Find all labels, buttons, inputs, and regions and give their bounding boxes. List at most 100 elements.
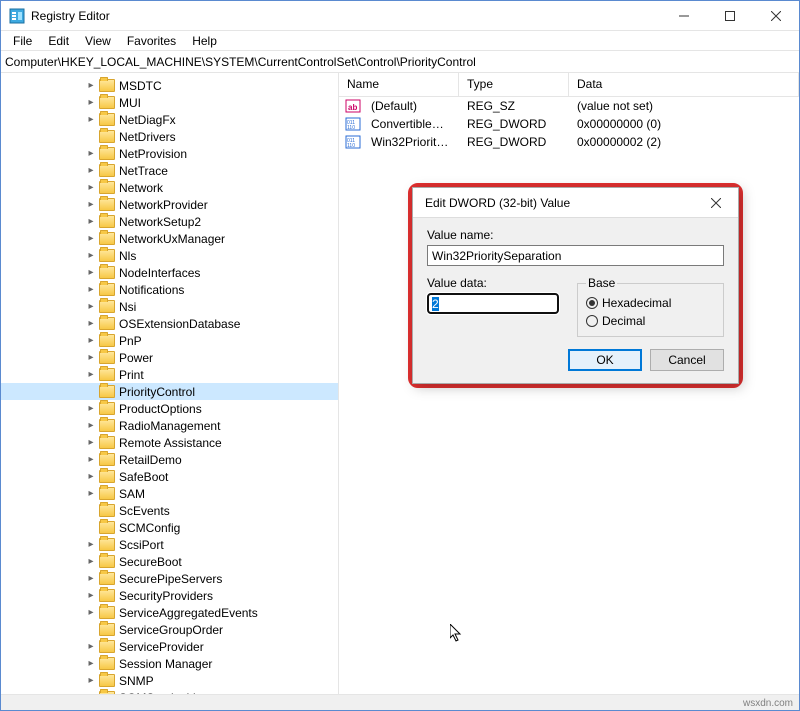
tree-item-sam[interactable]: ▸SAM xyxy=(1,485,338,502)
chevron-right-icon[interactable]: ▸ xyxy=(85,80,97,91)
tree-item-netdrivers[interactable]: NetDrivers xyxy=(1,128,338,145)
tree-item-nodeinterfaces[interactable]: ▸NodeInterfaces xyxy=(1,264,338,281)
list-row[interactable]: ab(Default)REG_SZ(value not set) xyxy=(339,97,799,115)
list-header[interactable]: Name Type Data xyxy=(339,73,799,97)
tree-item-network[interactable]: ▸Network xyxy=(1,179,338,196)
tree-item-networksetup2[interactable]: ▸NetworkSetup2 xyxy=(1,213,338,230)
tree-item-remote-assistance[interactable]: ▸Remote Assistance xyxy=(1,434,338,451)
tree-item-nsi[interactable]: ▸Nsi xyxy=(1,298,338,315)
chevron-right-icon[interactable]: ▸ xyxy=(85,420,97,431)
tree-item-nettrace[interactable]: ▸NetTrace xyxy=(1,162,338,179)
value-name-input[interactable] xyxy=(427,245,724,266)
chevron-right-icon[interactable]: ▸ xyxy=(85,471,97,482)
tree-item-productoptions[interactable]: ▸ProductOptions xyxy=(1,400,338,417)
chevron-right-icon[interactable]: ▸ xyxy=(85,488,97,499)
dialog-titlebar[interactable]: Edit DWORD (32-bit) Value xyxy=(413,188,738,218)
tree-item-osextensiondatabase[interactable]: ▸OSExtensionDatabase xyxy=(1,315,338,332)
tree-item-secureboot[interactable]: ▸SecureBoot xyxy=(1,553,338,570)
chevron-right-icon[interactable]: ▸ xyxy=(85,658,97,669)
ok-button[interactable]: OK xyxy=(568,349,642,371)
tree-item-scmconfig[interactable]: SCMConfig xyxy=(1,519,338,536)
chevron-right-icon[interactable]: ▸ xyxy=(85,318,97,329)
tree-item-networkprovider[interactable]: ▸NetworkProvider xyxy=(1,196,338,213)
radio-decimal[interactable]: Decimal xyxy=(586,312,715,330)
tree-item-pnp[interactable]: ▸PnP xyxy=(1,332,338,349)
menu-view[interactable]: View xyxy=(77,32,119,50)
chevron-right-icon[interactable]: ▸ xyxy=(85,590,97,601)
col-name[interactable]: Name xyxy=(339,73,459,96)
chevron-right-icon[interactable]: ▸ xyxy=(85,97,97,108)
tree-item-sqmservicelist[interactable]: ▸ SQMServiceList xyxy=(1,689,338,694)
tree-item-safeboot[interactable]: ▸SafeBoot xyxy=(1,468,338,485)
chevron-right-icon[interactable]: ▸ xyxy=(85,250,97,261)
cancel-button[interactable]: Cancel xyxy=(650,349,724,371)
chevron-right-icon[interactable]: ▸ xyxy=(85,233,97,244)
tree-item-mui[interactable]: ▸MUI xyxy=(1,94,338,111)
chevron-right-icon[interactable]: ▸ xyxy=(85,335,97,346)
tree-item-print[interactable]: ▸ Print xyxy=(1,366,338,383)
tree-item-networkuxmanager[interactable]: ▸ NetworkUxManager xyxy=(1,230,338,247)
tree-item-securepipeservers[interactable]: ▸SecurePipeServers xyxy=(1,570,338,587)
chevron-right-icon[interactable]: ▸ xyxy=(85,301,97,312)
tree-item-servicegrouporder[interactable]: ServiceGroupOrder xyxy=(1,621,338,638)
tree-item-nls[interactable]: ▸Nls xyxy=(1,247,338,264)
chevron-right-icon[interactable]: ▸ xyxy=(85,454,97,465)
tree-item-prioritycontrol[interactable]: PriorityControl xyxy=(1,383,338,400)
chevron-right-icon[interactable]: ▸ xyxy=(85,165,97,176)
chevron-right-icon[interactable]: ▸ xyxy=(85,403,97,414)
chevron-right-icon[interactable]: ▸ xyxy=(85,607,97,618)
tree-item-serviceprovider[interactable]: ▸ServiceProvider xyxy=(1,638,338,655)
tree-label: Notifications xyxy=(119,283,184,297)
tree-item-securityproviders[interactable]: ▸SecurityProviders xyxy=(1,587,338,604)
tree-item-power[interactable]: ▸Power xyxy=(1,349,338,366)
chevron-right-icon[interactable]: ▸ xyxy=(85,199,97,210)
tree-item-radiomanagement[interactable]: ▸RadioManagement xyxy=(1,417,338,434)
chevron-right-icon[interactable]: ▸ xyxy=(85,556,97,567)
value-data-input[interactable] xyxy=(427,293,559,314)
chevron-right-icon[interactable]: ▸ xyxy=(85,692,97,694)
menu-edit[interactable]: Edit xyxy=(40,32,77,50)
dialog-close-button[interactable] xyxy=(702,192,730,214)
chevron-right-icon[interactable]: ▸ xyxy=(85,369,97,380)
chevron-right-icon[interactable]: ▸ xyxy=(85,641,97,652)
tree-item-scevents[interactable]: ScEvents xyxy=(1,502,338,519)
tree-label: Print xyxy=(119,368,144,382)
tree-item-netprovision[interactable]: ▸NetProvision xyxy=(1,145,338,162)
tree-label: SQMServiceList xyxy=(119,691,205,695)
minimize-button[interactable] xyxy=(661,1,707,31)
chevron-right-icon[interactable]: ▸ xyxy=(85,148,97,159)
menu-favorites[interactable]: Favorites xyxy=(119,32,184,50)
tree-item-session-manager[interactable]: ▸Session Manager xyxy=(1,655,338,672)
folder-icon xyxy=(99,538,115,551)
chevron-right-icon[interactable]: ▸ xyxy=(85,675,97,686)
chevron-right-icon[interactable]: ▸ xyxy=(85,114,97,125)
chevron-right-icon[interactable]: ▸ xyxy=(85,573,97,584)
col-type[interactable]: Type xyxy=(459,73,569,96)
maximize-button[interactable] xyxy=(707,1,753,31)
tree-label: NetworkUxManager xyxy=(119,232,225,246)
list-row[interactable]: 011110Win32PrioritySe...REG_DWORD0x00000… xyxy=(339,133,799,151)
tree-item-scsiport[interactable]: ▸ScsiPort xyxy=(1,536,338,553)
col-data[interactable]: Data xyxy=(569,73,799,96)
tree-item-netdiagfx[interactable]: ▸NetDiagFx xyxy=(1,111,338,128)
address-bar[interactable]: Computer\HKEY_LOCAL_MACHINE\SYSTEM\Curre… xyxy=(1,51,799,73)
tree-item-retaildemo[interactable]: ▸RetailDemo xyxy=(1,451,338,468)
tree-item-msdtc[interactable]: ▸MSDTC xyxy=(1,77,338,94)
tree-item-snmp[interactable]: ▸SNMP xyxy=(1,672,338,689)
menu-help[interactable]: Help xyxy=(184,32,225,50)
radio-hexadecimal[interactable]: Hexadecimal xyxy=(586,294,715,312)
tree-item-notifications[interactable]: ▸ Notifications xyxy=(1,281,338,298)
menu-file[interactable]: File xyxy=(5,32,40,50)
tree-item-serviceaggregatedevents[interactable]: ▸ServiceAggregatedEvents xyxy=(1,604,338,621)
menubar: FileEditViewFavoritesHelp xyxy=(1,31,799,51)
chevron-right-icon[interactable]: ▸ xyxy=(85,437,97,448)
list-row[interactable]: 011110ConvertibleSlate...REG_DWORD0x0000… xyxy=(339,115,799,133)
close-button[interactable] xyxy=(753,1,799,31)
chevron-right-icon[interactable]: ▸ xyxy=(85,216,97,227)
tree-pane[interactable]: ▸MSDTC▸MUI▸NetDiagFxNetDrivers▸NetProvis… xyxy=(1,73,339,694)
chevron-right-icon[interactable]: ▸ xyxy=(85,267,97,278)
chevron-right-icon[interactable]: ▸ xyxy=(85,284,97,295)
chevron-right-icon[interactable]: ▸ xyxy=(85,182,97,193)
chevron-right-icon[interactable]: ▸ xyxy=(85,352,97,363)
chevron-right-icon[interactable]: ▸ xyxy=(85,539,97,550)
